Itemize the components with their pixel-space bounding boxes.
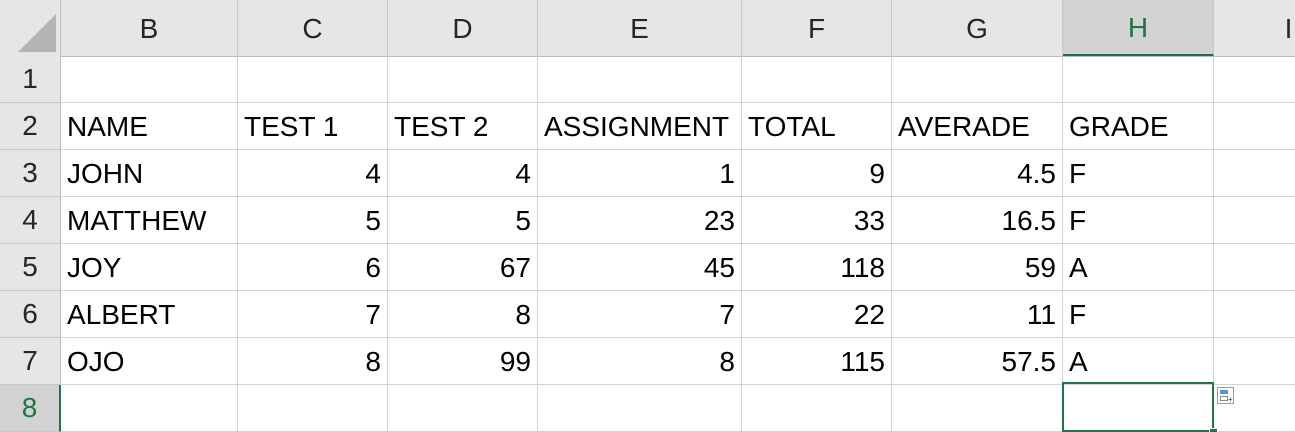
- table-cell[interactable]: 59: [892, 244, 1063, 291]
- column-header-f[interactable]: F: [742, 0, 892, 56]
- column-header-d[interactable]: D: [388, 0, 538, 56]
- select-all-icon[interactable]: [0, 0, 61, 56]
- table-cell[interactable]: 45: [538, 244, 742, 291]
- table-header-test2[interactable]: TEST 2: [388, 103, 538, 150]
- quick-analysis-icon[interactable]: +: [1217, 387, 1234, 404]
- table-cell[interactable]: 33: [742, 197, 892, 244]
- cell-b1[interactable]: [61, 56, 238, 103]
- active-cell-selection[interactable]: [1062, 382, 1214, 432]
- table-cell[interactable]: 8: [538, 338, 742, 385]
- cell-i3[interactable]: [1214, 150, 1295, 197]
- row-header-3[interactable]: 3: [0, 150, 61, 197]
- table-header-grade[interactable]: GRADE: [1063, 103, 1214, 150]
- cell-d1[interactable]: [388, 56, 538, 103]
- spreadsheet-grid: B C D E F G H I 1 2 3 4 5 6 7 8 NAME TES…: [0, 0, 1295, 432]
- table-cell[interactable]: 4: [388, 150, 538, 197]
- table-cell[interactable]: 22: [742, 291, 892, 338]
- row-header-7[interactable]: 7: [0, 338, 61, 385]
- table-cell[interactable]: 8: [388, 291, 538, 338]
- column-header-b[interactable]: B: [61, 0, 238, 56]
- column-header-h[interactable]: H: [1063, 0, 1214, 56]
- table-cell[interactable]: JOHN: [61, 150, 238, 197]
- table-cell[interactable]: 5: [388, 197, 538, 244]
- cell-g1[interactable]: [892, 56, 1063, 103]
- cell-e8[interactable]: [538, 385, 742, 432]
- table-cell[interactable]: F: [1063, 291, 1214, 338]
- table-cell[interactable]: 11: [892, 291, 1063, 338]
- table-cell[interactable]: 7: [538, 291, 742, 338]
- cell-i1[interactable]: [1214, 56, 1295, 103]
- table-cell[interactable]: OJO: [61, 338, 238, 385]
- table-header-average[interactable]: AVERADE: [892, 103, 1063, 150]
- table-cell[interactable]: 6: [238, 244, 388, 291]
- cell-i5[interactable]: [1214, 244, 1295, 291]
- cell-b8[interactable]: [61, 385, 238, 432]
- table-cell[interactable]: 9: [742, 150, 892, 197]
- table-cell[interactable]: MATTHEW: [61, 197, 238, 244]
- cell-i6[interactable]: [1214, 291, 1295, 338]
- table-cell[interactable]: 1: [538, 150, 742, 197]
- table-cell[interactable]: 23: [538, 197, 742, 244]
- table-cell[interactable]: 7: [238, 291, 388, 338]
- column-header-e[interactable]: E: [538, 0, 742, 56]
- table-cell[interactable]: 8: [238, 338, 388, 385]
- cell-i7[interactable]: [1214, 338, 1295, 385]
- column-header-bar: B C D E F G H I: [0, 0, 1295, 57]
- table-cell[interactable]: 99: [388, 338, 538, 385]
- row-header-5[interactable]: 5: [0, 244, 61, 291]
- table-cell[interactable]: A: [1063, 338, 1214, 385]
- fill-handle[interactable]: [1209, 428, 1218, 432]
- cell-i2[interactable]: [1214, 103, 1295, 150]
- table-header-name[interactable]: NAME: [61, 103, 238, 150]
- table-cell[interactable]: ALBERT: [61, 291, 238, 338]
- column-header-c[interactable]: C: [238, 0, 388, 56]
- row-header-8[interactable]: 8: [0, 385, 61, 432]
- cell-f8[interactable]: [742, 385, 892, 432]
- table-cell[interactable]: 118: [742, 244, 892, 291]
- table-cell[interactable]: JOY: [61, 244, 238, 291]
- table-header-assignment[interactable]: ASSIGNMENT: [538, 103, 742, 150]
- column-header-g[interactable]: G: [892, 0, 1063, 56]
- table-header-total[interactable]: TOTAL: [742, 103, 892, 150]
- cell-c8[interactable]: [238, 385, 388, 432]
- cell-d8[interactable]: [388, 385, 538, 432]
- table-cell[interactable]: F: [1063, 197, 1214, 244]
- cell-i4[interactable]: [1214, 197, 1295, 244]
- table-cell[interactable]: 5: [238, 197, 388, 244]
- table-header-test1[interactable]: TEST 1: [238, 103, 388, 150]
- table-cell[interactable]: 115: [742, 338, 892, 385]
- cell-g8[interactable]: [892, 385, 1063, 432]
- table-cell[interactable]: 4: [238, 150, 388, 197]
- row-header-2[interactable]: 2: [0, 103, 61, 150]
- row-header-4[interactable]: 4: [0, 197, 61, 244]
- cell-e1[interactable]: [538, 56, 742, 103]
- table-cell[interactable]: 57.5: [892, 338, 1063, 385]
- row-header-1[interactable]: 1: [0, 56, 61, 103]
- cell-c1[interactable]: [238, 56, 388, 103]
- table-cell[interactable]: A: [1063, 244, 1214, 291]
- cell-f1[interactable]: [742, 56, 892, 103]
- row-header-6[interactable]: 6: [0, 291, 61, 338]
- table-cell[interactable]: 16.5: [892, 197, 1063, 244]
- cell-h1[interactable]: [1063, 56, 1214, 103]
- table-cell[interactable]: 67: [388, 244, 538, 291]
- column-header-i[interactable]: I: [1214, 0, 1295, 56]
- table-cell[interactable]: 4.5: [892, 150, 1063, 197]
- table-cell[interactable]: F: [1063, 150, 1214, 197]
